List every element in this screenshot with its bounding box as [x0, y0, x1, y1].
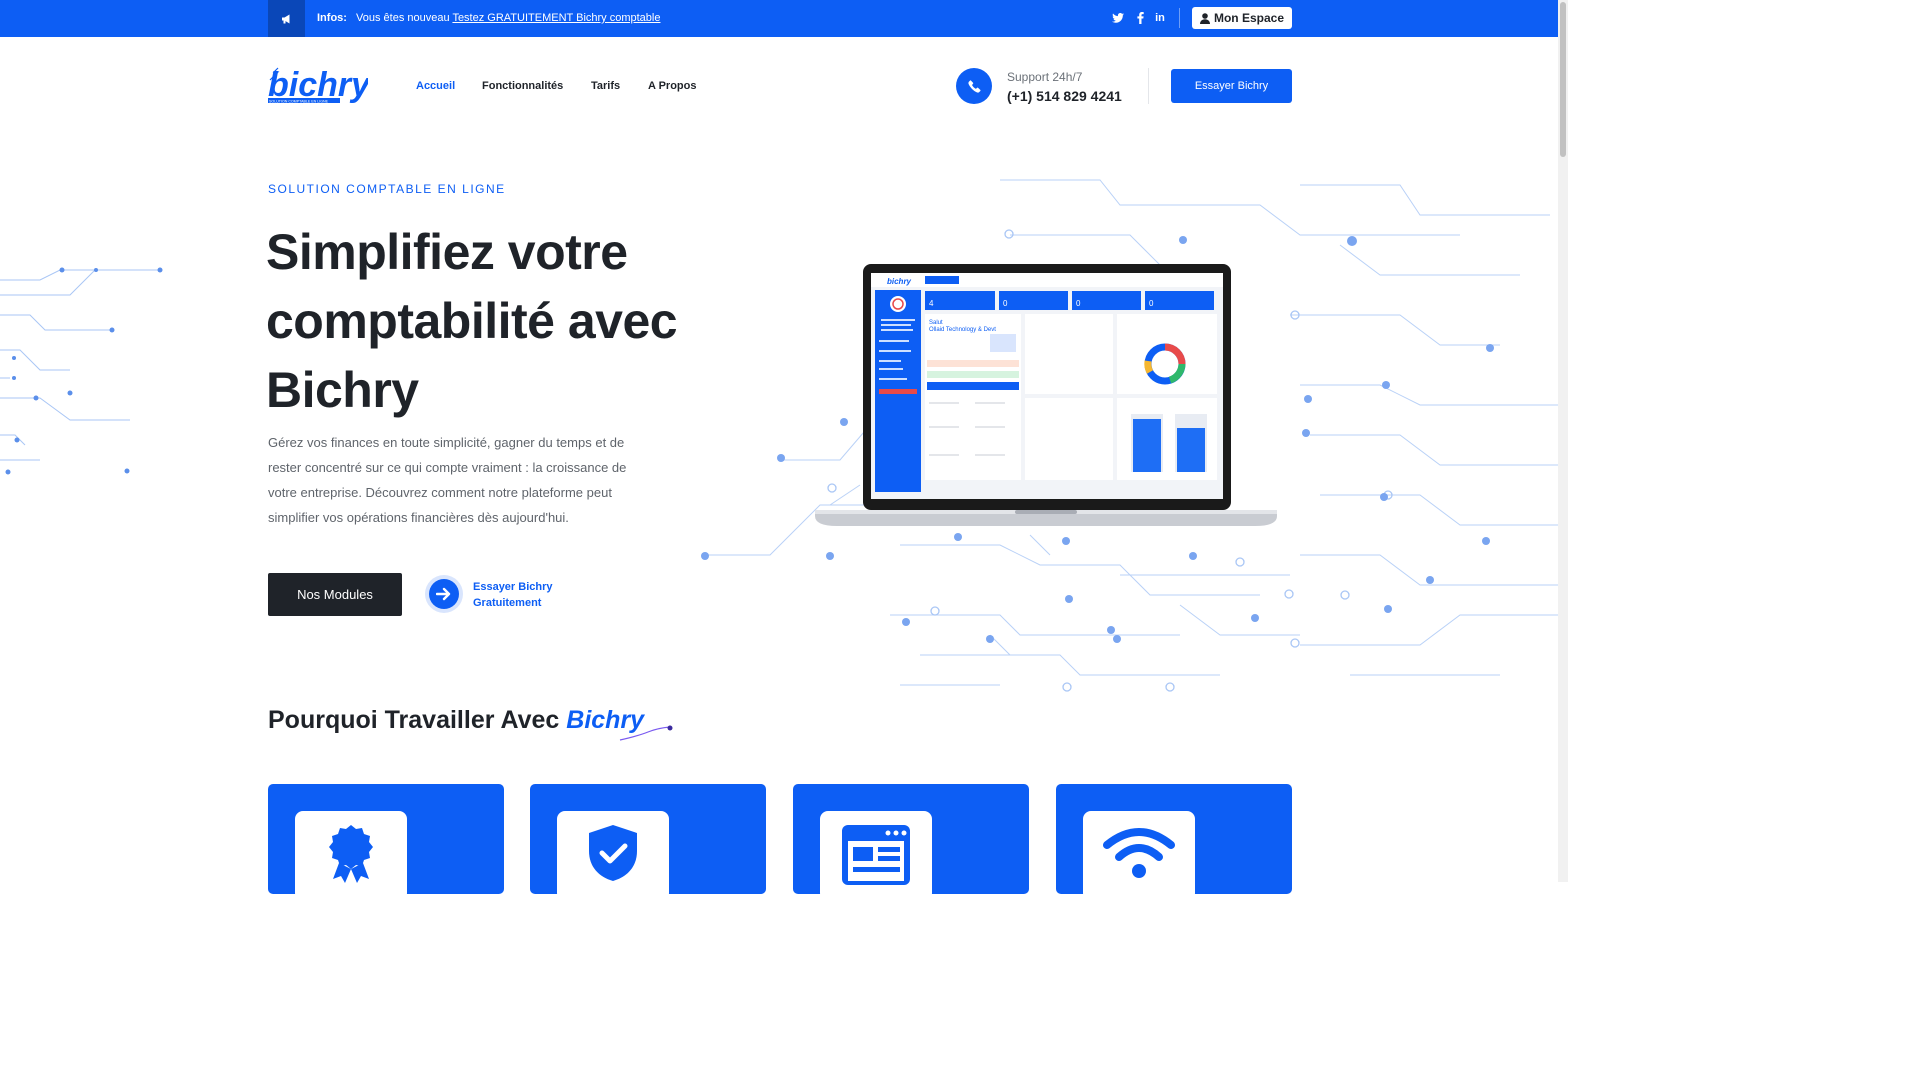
essayer-bichry-button[interactable]: Essayer Bichry: [1171, 69, 1292, 103]
hero-eyebrow: SOLUTION COMPTABLE EN LIGNE: [268, 182, 506, 196]
browser-news-icon: [820, 811, 932, 901]
nav-fonctionnalites[interactable]: Fonctionnalités: [482, 80, 563, 92]
feature-card[interactable]: [793, 784, 1029, 901]
award-badge-icon: [295, 811, 407, 901]
svg-text:Salut: Salut: [929, 320, 943, 326]
logo-tagline: SOLUTION COMPTABLE EN LIGNE: [269, 99, 329, 103]
nos-modules-button[interactable]: Nos Modules: [268, 573, 402, 616]
top-info-bar: Infos: Vous êtes nouveau Testez GRATUITE…: [0, 0, 1558, 37]
linkedin-icon[interactable]: in: [1152, 10, 1168, 26]
laptop-dashboard-illustration: bichry 4 0 0 0 Salut Ollaid Technology & De…: [815, 264, 1277, 526]
hero-title: Simplifiez votre comptabilité avec Bichr…: [266, 224, 678, 418]
wifi-icon: [1083, 811, 1195, 901]
bichry-logo[interactable]: bichry SOLUTION COMPTABLE EN LIGNE: [268, 66, 372, 106]
hero-description: Gérez vos finances en toute simplicité, …: [268, 435, 627, 525]
support-label: Support 24h/7: [1007, 70, 1083, 84]
svg-text:0: 0: [1076, 299, 1081, 308]
topbar-divider: [1179, 8, 1180, 28]
svg-text:4: 4: [929, 299, 934, 308]
svg-text:bichry: bichry: [887, 277, 912, 286]
facebook-icon[interactable]: [1132, 10, 1148, 26]
nav-tarifs[interactable]: Tarifs: [591, 80, 620, 92]
twitter-icon[interactable]: [1110, 10, 1126, 26]
try-link-line2: Gratuitement: [473, 597, 542, 609]
why-section-title: Pourquoi Travailler Avec Bichry: [268, 706, 644, 735]
shield-check-icon: [557, 811, 669, 901]
info-text-prefix: Vous êtes nouveau: [356, 12, 453, 24]
svg-text:Ollaid Technology & Devt: Ollaid Technology & Devt: [929, 327, 996, 333]
essayer-gratuitement-link[interactable]: Essayer Bichry Gratuitement: [473, 579, 573, 611]
svg-text:0: 0: [1003, 299, 1008, 308]
phone-icon: [956, 68, 992, 104]
user-icon: [1199, 12, 1210, 24]
nav-a-propos[interactable]: A Propos: [648, 80, 697, 92]
arrow-right-icon[interactable]: [425, 575, 463, 613]
scrollbar-thumb[interactable]: [1560, 2, 1566, 157]
info-label: Infos:: [317, 12, 347, 24]
mon-espace-label: Mon Espace: [1213, 11, 1285, 25]
why-title-prefix: Pourquoi Travailler Avec: [268, 706, 567, 734]
info-text: Vous êtes nouveau Testez GRATUITEMENT Bi…: [356, 12, 660, 24]
feature-card[interactable]: [1056, 784, 1292, 901]
circuit-decoration-left: [0, 267, 163, 475]
nav-accueil[interactable]: Accueil: [416, 80, 455, 92]
header-divider: [1148, 68, 1149, 104]
title-swoosh-decoration: [619, 725, 673, 741]
info-trial-link[interactable]: Testez GRATUITEMENT Bichry comptable: [452, 12, 660, 24]
feature-card[interactable]: [530, 784, 766, 901]
feature-card[interactable]: [268, 784, 504, 901]
megaphone-icon: [268, 0, 305, 37]
page-scrollbar[interactable]: [1558, 0, 1568, 882]
svg-text:0: 0: [1149, 299, 1154, 308]
try-link-line1: Essayer Bichry: [473, 581, 553, 593]
mon-espace-button[interactable]: Mon Espace: [1192, 7, 1292, 29]
support-phone-number[interactable]: (+1) 514 829 4241: [1007, 88, 1122, 104]
